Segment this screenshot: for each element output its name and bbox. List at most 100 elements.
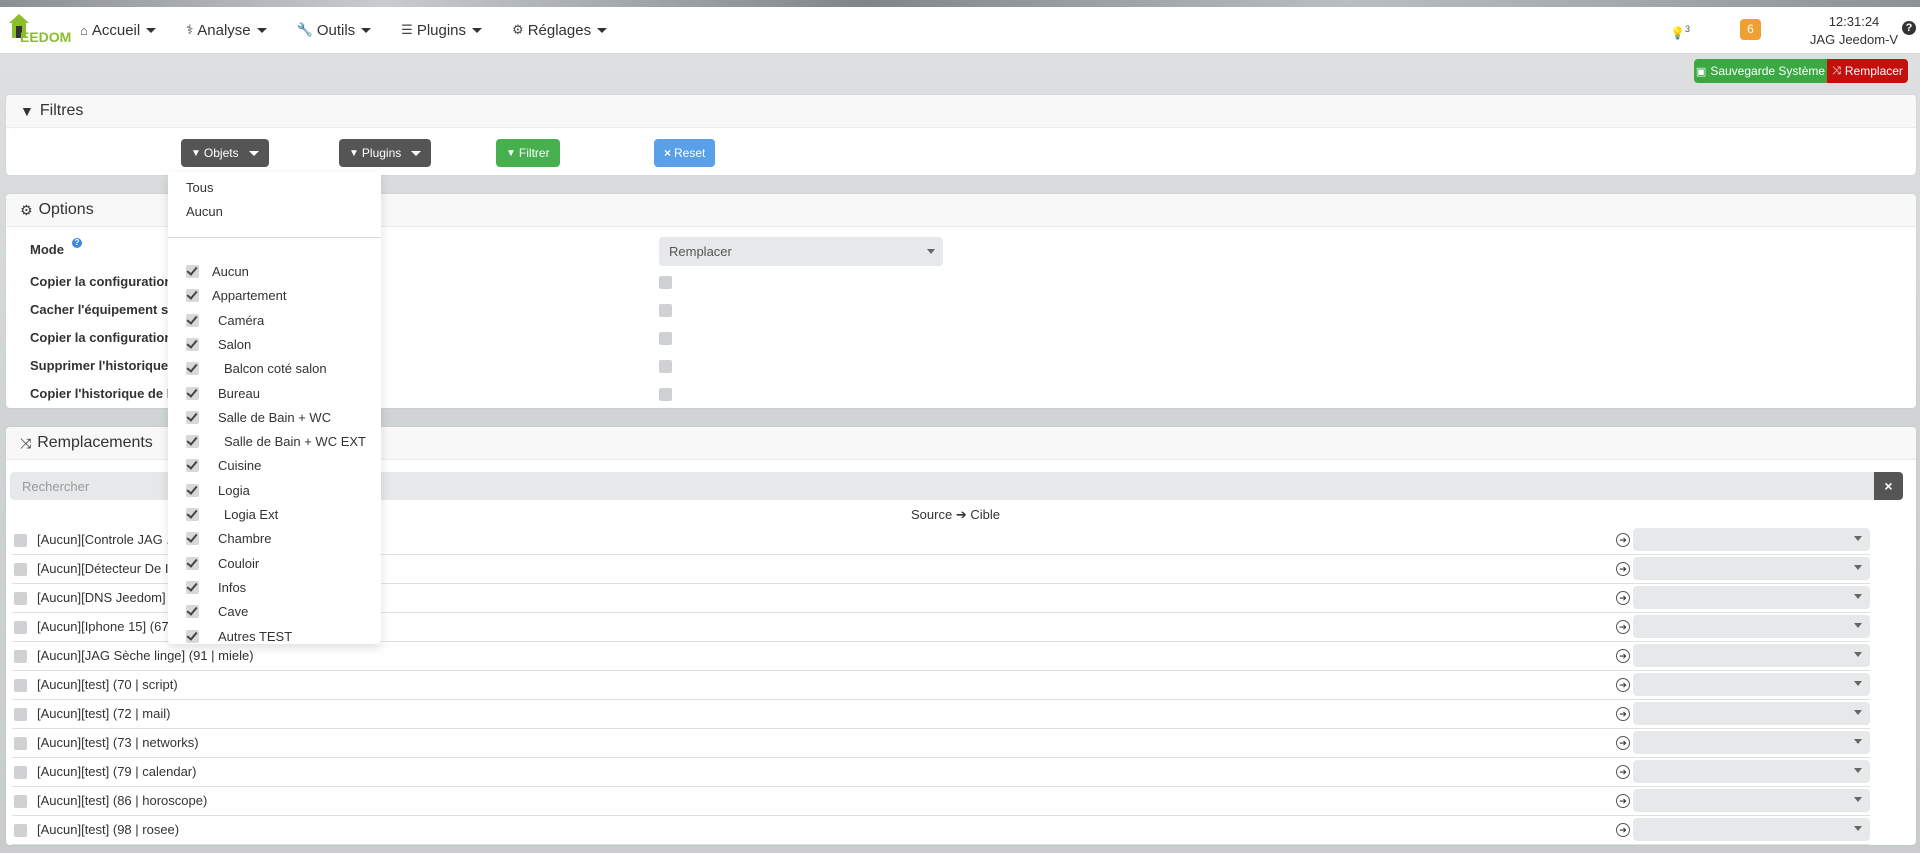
nav-item-3[interactable]: ☰ Plugins (401, 7, 483, 53)
option-checkbox[interactable] (659, 332, 672, 345)
chevron-down-icon (248, 150, 259, 156)
target-select[interactable] (1633, 586, 1870, 609)
dropdown-item-label: Aucun (212, 264, 249, 279)
chevron-down-icon (146, 27, 157, 33)
dropdown-item-label: Appartement (212, 288, 287, 304)
dropdown-select-all[interactable]: Tous (186, 180, 213, 195)
bulb-count: 3 (1684, 24, 1690, 34)
replace-label: Remplacer (1844, 64, 1903, 78)
option-checkbox[interactable] (659, 276, 672, 289)
row-checkbox[interactable] (14, 824, 27, 837)
save-system-button[interactable]: ▣ Sauvegarde Système (1694, 59, 1827, 83)
target-select[interactable] (1633, 731, 1870, 754)
cible-label: Cible (970, 507, 1000, 522)
home-icon: ⌂ (80, 22, 88, 38)
nav-item-4[interactable]: ⚙ Réglages (512, 7, 608, 53)
chevron-down-icon (1854, 536, 1862, 541)
chevron-down-icon (411, 150, 422, 156)
dropdown-item[interactable]: Salle de Bain + WC (186, 408, 376, 428)
dropdown-item[interactable]: Couloir (186, 554, 376, 574)
arrow-circle-right-icon: ➔ (1616, 794, 1630, 808)
row-checkbox[interactable] (14, 679, 27, 692)
notification-badge[interactable]: 6 (1740, 19, 1761, 40)
row-checkbox[interactable] (14, 563, 27, 576)
option-checkbox[interactable] (659, 388, 672, 401)
lightbulb-icon[interactable]: 💡3 (1670, 24, 1690, 40)
objets-filter-button[interactable]: ▼ Objets (181, 139, 269, 167)
target-select[interactable] (1633, 789, 1870, 812)
objets-dropdown-menu: Tous Aucun Aucun Appartement Caméra Salon Ba… (168, 172, 381, 644)
dropdown-item-label: Balcon coté salon (224, 361, 327, 377)
target-select[interactable] (1633, 673, 1870, 696)
row-checkbox[interactable] (14, 708, 27, 721)
option-label: Cacher l'équipement s (30, 302, 169, 317)
mode-select[interactable]: Remplacer (659, 237, 943, 266)
dropdown-item[interactable]: Balcon coté salon (186, 359, 376, 379)
help-icon[interactable]: ? (1902, 21, 1916, 35)
row-checkbox[interactable] (14, 737, 27, 750)
chevron-down-icon (1854, 739, 1862, 744)
question-icon[interactable]: ? (72, 238, 82, 248)
checkbox-checked-icon (186, 313, 199, 327)
table-row: [Aucun][test] (79 | calendar) ➔ (12, 758, 1870, 787)
filter-icon: ▼ (20, 103, 34, 119)
option-label: Copier l'historique de l (30, 386, 171, 401)
dropdown-item[interactable]: Salon (186, 335, 376, 355)
row-checkbox[interactable] (14, 534, 27, 547)
filtrer-button[interactable]: ▼ Filtrer (496, 139, 560, 167)
target-select[interactable] (1633, 528, 1870, 551)
dropdown-item[interactable]: Salle de Bain + WC EXT (186, 432, 376, 452)
reset-button[interactable]: × Reset (654, 139, 716, 167)
nav-item-0[interactable]: ⌂ Accueil (80, 7, 157, 53)
dropdown-item[interactable]: Logia (186, 481, 376, 501)
target-select[interactable] (1633, 760, 1870, 783)
dropdown-item[interactable]: Infos (186, 578, 376, 598)
dropdown-item-label: Caméra (218, 312, 265, 328)
jeedom-logo[interactable]: EEDOM (4, 7, 80, 53)
filters-header: ▼ Filtres (6, 95, 1916, 128)
dropdown-divider (168, 237, 381, 238)
checkbox-checked-icon (186, 629, 199, 643)
dropdown-item-label: Infos (218, 579, 247, 595)
dropdown-item[interactable]: Autres TEST (186, 627, 376, 647)
target-select[interactable] (1633, 644, 1870, 667)
option-checkbox[interactable] (659, 304, 672, 317)
arrow-circle-right-icon: ➔ (1616, 707, 1630, 721)
dropdown-select-none[interactable]: Aucun (186, 204, 223, 219)
dropdown-item[interactable]: Bureau (186, 384, 376, 404)
row-source-label: [Aucun][test] (72 | mail) (37, 706, 171, 721)
chevron-down-icon (1854, 594, 1862, 599)
replace-button[interactable]: ⤨ Remplacer (1827, 59, 1908, 83)
dropdown-item[interactable]: Logia Ext (186, 505, 376, 525)
row-checkbox[interactable] (14, 650, 27, 663)
option-checkbox[interactable] (659, 360, 672, 373)
dropdown-item[interactable]: Aucun (186, 262, 376, 282)
chevron-down-icon (1854, 768, 1862, 773)
target-select[interactable] (1633, 702, 1870, 725)
nav-item-2[interactable]: 🔧 Outils (297, 7, 372, 53)
target-select[interactable] (1633, 557, 1870, 580)
row-checkbox[interactable] (14, 621, 27, 634)
target-select[interactable] (1633, 818, 1870, 841)
row-checkbox[interactable] (14, 766, 27, 779)
clear-search-button[interactable]: × (1874, 472, 1903, 500)
dropdown-item[interactable]: Caméra (186, 311, 376, 331)
row-checkbox[interactable] (14, 592, 27, 605)
checkbox-checked-icon (186, 337, 199, 351)
checkbox-checked-icon (186, 362, 199, 376)
row-source-label: [Aucun][test] (98 | rosee) (37, 822, 180, 837)
user-name[interactable]: JAG Jeedom-V (1794, 31, 1914, 49)
target-select[interactable] (1633, 615, 1870, 638)
dropdown-item-label: Couloir (218, 555, 260, 571)
dropdown-item[interactable]: Cuisine (186, 456, 376, 476)
plugins-filter-button[interactable]: ▼ Plugins (339, 139, 432, 167)
dropdown-item[interactable]: Cave (186, 602, 376, 622)
checkbox-checked-icon (186, 556, 199, 570)
dropdown-item[interactable]: Chambre (186, 529, 376, 549)
checkbox-checked-icon (186, 605, 199, 619)
nav-item-1[interactable]: ⚕ Analyse (186, 7, 267, 53)
dropdown-item[interactable]: Appartement (186, 286, 376, 306)
plugins-label: Plugins (361, 146, 402, 160)
row-checkbox[interactable] (14, 795, 27, 808)
arrow-circle-right-icon: ➔ (1616, 591, 1630, 605)
